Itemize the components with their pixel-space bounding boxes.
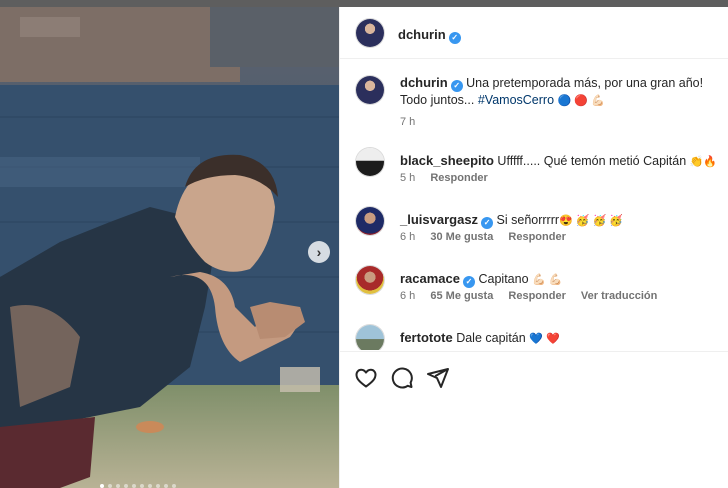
translate-button[interactable]: Ver traducción bbox=[581, 290, 657, 302]
reply-button[interactable]: Responder bbox=[508, 290, 565, 302]
comment-item: racamace ✓ Capitano 💪🏻 💪🏻 6 h 65 Me gusta… bbox=[356, 266, 721, 316]
verified-icon: ✓ bbox=[481, 217, 494, 229]
comment-text: _luisvargasz ✓ Si señorrrrr😍 🥳 🥳 🥳 bbox=[400, 211, 725, 230]
carousel-dot bbox=[172, 484, 176, 488]
comment-meta: 6 h 30 Me gusta Responder bbox=[400, 231, 578, 243]
likes-count[interactable]: 30 Me gusta bbox=[430, 231, 493, 243]
carousel-dot bbox=[108, 484, 112, 488]
commenter-avatar[interactable] bbox=[356, 207, 384, 235]
comment-item: black_sheepito Ufffff..... Qué temón met… bbox=[356, 148, 721, 198]
comment-item: fertotote Dale capitán 💙 ❤️ bbox=[356, 325, 721, 350]
commenter-avatar[interactable] bbox=[356, 148, 384, 176]
comment-emojis: 😍 🥳 🥳 🥳 bbox=[559, 215, 624, 227]
carousel-next-button[interactable]: › bbox=[308, 241, 330, 263]
comment-text: fertotote Dale capitán 💙 ❤️ bbox=[400, 329, 725, 348]
post-photo-image bbox=[0, 7, 339, 488]
likes-count[interactable]: 65 Me gusta bbox=[430, 290, 493, 302]
commenter-avatar[interactable] bbox=[356, 266, 384, 294]
author-username[interactable]: dchurin bbox=[398, 27, 446, 42]
carousel-dot bbox=[124, 484, 128, 488]
comment-icon[interactable] bbox=[390, 366, 414, 390]
reply-button[interactable]: Responder bbox=[508, 231, 565, 243]
post-side-panel: dchurin ✓ dchurin ✓ Una pretemporada más, … bbox=[339, 7, 728, 488]
carousel-dot bbox=[156, 484, 160, 488]
caption: dchurin ✓ Una pretemporada más, por una g… bbox=[356, 74, 721, 134]
carousel-dot bbox=[148, 484, 152, 488]
carousel-dot bbox=[132, 484, 136, 488]
caption-emojis: 🔵 🔴 💪🏻 bbox=[557, 95, 605, 107]
comment-item: _luisvargasz ✓ Si señorrrrr😍 🥳 🥳 🥳 6 h 30… bbox=[356, 207, 721, 257]
caption-text: dchurin ✓ Una pretemporada más, por una g… bbox=[400, 74, 725, 110]
carousel-dot bbox=[116, 484, 120, 488]
comment-meta: 6 h 65 Me gusta Responder Ver traducción bbox=[400, 290, 669, 302]
browser-top-bar bbox=[0, 0, 728, 7]
caption-time: 7 h bbox=[400, 116, 416, 128]
share-icon[interactable] bbox=[426, 366, 450, 390]
comment-username[interactable]: _luisvargasz bbox=[400, 212, 478, 227]
comment-username[interactable]: racamace bbox=[400, 271, 460, 286]
comment-body: Dale capitán bbox=[456, 331, 526, 345]
caption-hashtag[interactable]: #VamosCerro bbox=[478, 93, 554, 107]
comment-time: 5 h bbox=[400, 172, 416, 184]
comment-time: 6 h bbox=[400, 231, 416, 243]
comment-username[interactable]: fertotote bbox=[400, 330, 453, 345]
author-avatar[interactable] bbox=[356, 19, 384, 47]
author-name-wrap: dchurin ✓ bbox=[398, 26, 461, 44]
reply-button[interactable]: Responder bbox=[430, 172, 487, 184]
comment-body: Si señorrrrr bbox=[496, 213, 560, 227]
caption-avatar[interactable] bbox=[356, 76, 384, 104]
comment-body: Capitano bbox=[478, 272, 529, 286]
comment-meta: 5 h Responder bbox=[400, 172, 500, 184]
comment-emojis: 👏🔥 bbox=[689, 156, 718, 168]
caption-username[interactable]: dchurin bbox=[400, 75, 448, 90]
carousel-dot bbox=[100, 484, 104, 488]
post-actions-bar bbox=[340, 351, 728, 401]
carousel-dot bbox=[140, 484, 144, 488]
commenter-avatar[interactable] bbox=[356, 325, 384, 350]
comment-time: 6 h bbox=[400, 290, 416, 302]
comment-text: black_sheepito Ufffff..... Qué temón met… bbox=[400, 152, 725, 171]
carousel-dot bbox=[164, 484, 168, 488]
verified-icon: ✓ bbox=[450, 80, 463, 92]
caption-meta: 7 h bbox=[400, 116, 427, 128]
carousel-indicator bbox=[100, 484, 176, 488]
verified-icon: ✓ bbox=[448, 32, 461, 44]
comment-username[interactable]: black_sheepito bbox=[400, 153, 494, 168]
comment-emojis: 💙 ❤️ bbox=[529, 333, 560, 345]
post-photo[interactable]: › bbox=[0, 7, 339, 488]
verified-icon: ✓ bbox=[463, 276, 475, 288]
post-header: dchurin ✓ bbox=[340, 7, 728, 59]
comments-list[interactable]: dchurin ✓ Una pretemporada más, por una g… bbox=[340, 60, 728, 350]
comment-emojis: 💪🏻 💪🏻 bbox=[532, 274, 563, 286]
comment-body: Ufffff..... Qué temón metió Capitán bbox=[497, 154, 687, 168]
heart-icon[interactable] bbox=[354, 366, 378, 390]
comment-text: racamace ✓ Capitano 💪🏻 💪🏻 bbox=[400, 270, 725, 289]
